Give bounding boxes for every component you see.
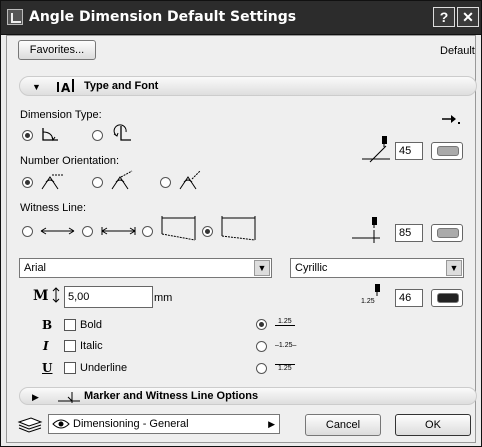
number-orientation-label: Number Orientation: xyxy=(20,155,120,167)
default-label: Default xyxy=(440,45,475,57)
font-select[interactable]: Arial ▼ xyxy=(19,258,272,278)
dimension-line-pen-icon xyxy=(362,136,390,163)
underline-checkbox[interactable] xyxy=(64,362,76,374)
marker-icon xyxy=(58,392,80,403)
pen-number-input-1[interactable]: 45 xyxy=(395,142,423,160)
number-format-radio-1[interactable] xyxy=(256,319,267,330)
angle-within-icon xyxy=(42,128,58,142)
expanded-triangle-icon: ▼ xyxy=(32,82,41,92)
text-pen-label: 1.25 xyxy=(361,298,375,305)
italic-icon: I xyxy=(43,339,49,353)
witness-radio-2[interactable] xyxy=(82,226,93,237)
witness-radio-3[interactable] xyxy=(142,226,153,237)
text-size-icon: M xyxy=(33,287,60,304)
layer-select-value: Dimensioning - General xyxy=(73,418,189,430)
witness-line-pen-icon xyxy=(352,217,380,243)
text-style-icon: A xyxy=(57,79,74,94)
bold-checkbox[interactable] xyxy=(64,319,76,331)
layers-icon xyxy=(17,417,43,433)
witness-full-icon xyxy=(221,216,256,241)
number-format-below: 1.25 xyxy=(275,364,295,372)
section-marker-witness[interactable]: ▶ Marker and Witness Line Options xyxy=(19,387,477,405)
app-icon xyxy=(7,9,23,25)
section-title-type-font: Type and Font xyxy=(84,80,159,92)
dimension-type-radio-2[interactable] xyxy=(92,130,103,141)
section-title-marker: Marker and Witness Line Options xyxy=(84,390,259,402)
witness-line-label: Witness Line: xyxy=(20,202,87,214)
chevron-right-icon: ▶ xyxy=(268,419,275,429)
close-button[interactable]: ✕ xyxy=(457,7,479,27)
number-format-above: 1.25 xyxy=(275,318,295,326)
title-bar: Angle Dimension Default Settings ? ✕ xyxy=(1,1,481,35)
orientation-radio-3[interactable] xyxy=(160,177,171,188)
number-format-inline: –1.25– xyxy=(275,342,297,349)
dimension-type-radio-1[interactable] xyxy=(22,130,33,141)
italic-checkbox[interactable] xyxy=(64,340,76,352)
text-pen-icon xyxy=(375,284,380,296)
dialog-body: Favorites... Default ▼ A Type and Font D… xyxy=(6,35,477,443)
arrow-right-icon xyxy=(442,115,460,124)
number-format-radio-2[interactable] xyxy=(256,341,267,352)
underline-label: Underline xyxy=(80,362,128,374)
text-size-input[interactable]: 5,00 xyxy=(64,286,153,308)
pen-swatch-1 xyxy=(437,146,459,156)
pen-color-button-1[interactable] xyxy=(431,142,463,160)
orientation-radio-1[interactable] xyxy=(22,177,33,188)
layer-select[interactable]: Dimensioning - General ▶ xyxy=(48,414,280,434)
favorites-button[interactable]: Favorites... xyxy=(18,40,96,60)
orientation-radial-icon xyxy=(179,170,201,190)
pen-number-input-2[interactable]: 85 xyxy=(395,224,423,242)
pen-number-input-3[interactable]: 46 xyxy=(395,289,423,307)
chevron-down-icon: ▼ xyxy=(254,260,270,276)
svg-text:M: M xyxy=(33,288,49,304)
bold-icon: B xyxy=(42,318,53,332)
witness-short-icon xyxy=(101,227,136,235)
section-type-font[interactable]: ▼ A Type and Font xyxy=(19,76,477,96)
witness-radio-1[interactable] xyxy=(22,226,33,237)
chevron-down-icon: ▼ xyxy=(446,260,462,276)
witness-sloped-icon xyxy=(161,216,196,241)
underline-icon: U xyxy=(42,361,53,375)
witness-none-icon xyxy=(40,227,75,235)
font-select-value: Arial xyxy=(24,262,47,274)
orientation-horizontal-icon xyxy=(41,174,64,190)
dialog-window: Angle Dimension Default Settings ? ✕ Fav… xyxy=(0,0,482,447)
orientation-along-icon xyxy=(111,170,133,190)
cancel-button[interactable]: Cancel xyxy=(305,414,381,436)
italic-label: Italic xyxy=(80,340,103,352)
number-format-radio-3[interactable] xyxy=(256,363,267,374)
pen-color-button-3[interactable] xyxy=(431,289,463,307)
collapsed-triangle-icon: ▶ xyxy=(32,392,39,402)
eye-icon xyxy=(52,419,70,429)
size-unit-label: mm xyxy=(154,292,173,304)
dimension-type-label: Dimension Type: xyxy=(20,109,102,121)
pen-color-button-2[interactable] xyxy=(431,224,463,242)
script-select[interactable]: Cyrillic ▼ xyxy=(290,258,464,278)
bold-label: Bold xyxy=(80,319,103,331)
angle-around-icon xyxy=(113,124,131,141)
pen-swatch-2 xyxy=(437,228,459,238)
help-button[interactable]: ? xyxy=(433,7,455,27)
dialog-title: Angle Dimension Default Settings xyxy=(29,9,297,25)
svg-text:A: A xyxy=(61,81,71,94)
ok-button[interactable]: OK xyxy=(395,414,471,436)
pen-swatch-3 xyxy=(437,293,459,303)
witness-radio-4[interactable] xyxy=(202,226,213,237)
script-select-value: Cyrillic xyxy=(295,262,328,274)
orientation-radio-2[interactable] xyxy=(92,177,103,188)
